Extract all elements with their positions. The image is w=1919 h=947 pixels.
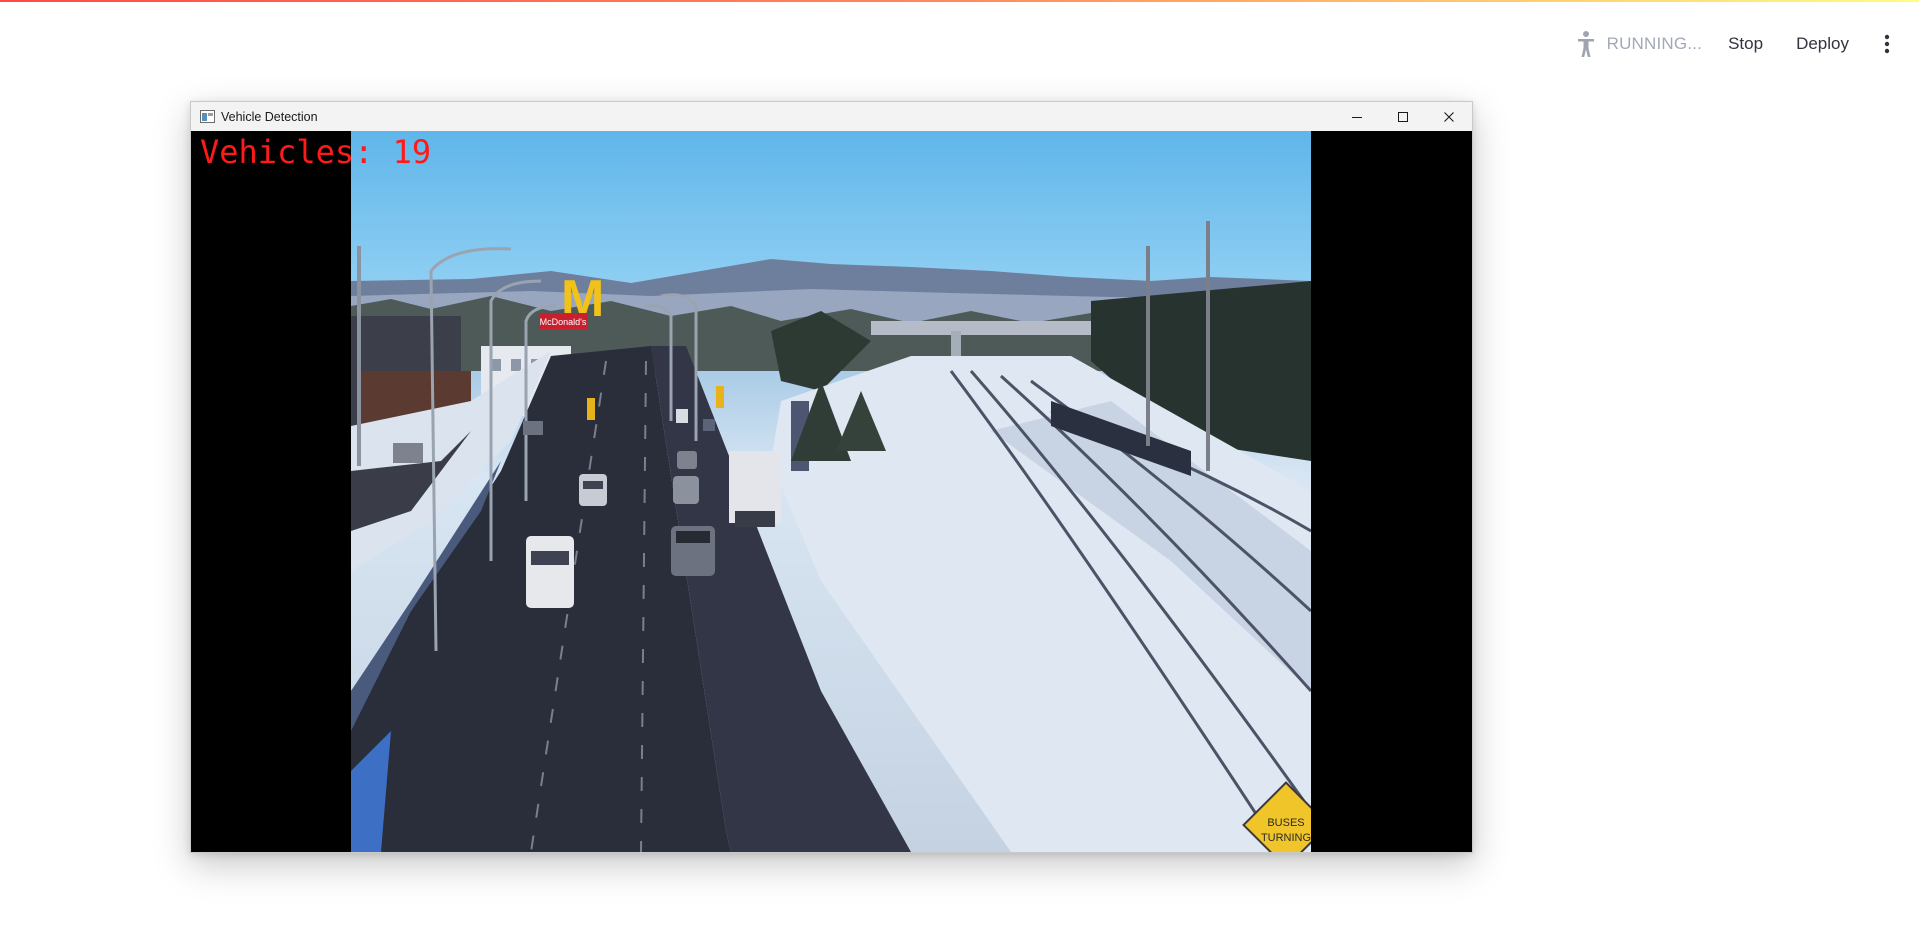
mcdonalds-sign-label: McDonald's bbox=[540, 317, 587, 327]
vehicle-count-label: Vehicles: bbox=[200, 133, 374, 171]
running-man-icon bbox=[1573, 29, 1599, 59]
maximize-icon[interactable] bbox=[1380, 102, 1426, 131]
app-window-icon bbox=[200, 110, 215, 123]
app-header-toolbar: RUNNING... Stop Deploy bbox=[1573, 26, 1919, 62]
stop-button[interactable]: Stop bbox=[1728, 28, 1763, 60]
minimize-icon[interactable] bbox=[1334, 102, 1380, 131]
traffic-camera-frame: M McDonald's BUSES TURNING bbox=[351, 131, 1311, 852]
road-sign-line1: BUSES bbox=[1267, 817, 1304, 829]
kebab-menu-icon[interactable] bbox=[1877, 29, 1897, 59]
vehicle-detection-window[interactable]: Vehicle Detection M McDonald's BUSES TUR… bbox=[190, 101, 1473, 853]
vehicle-count-overlay: Vehicles: 19 bbox=[200, 133, 431, 171]
window-title: Vehicle Detection bbox=[221, 109, 318, 124]
window-titlebar[interactable]: Vehicle Detection bbox=[191, 102, 1472, 131]
running-status: RUNNING... bbox=[1606, 34, 1703, 53]
video-display: M McDonald's BUSES TURNING Vehicles: 19 bbox=[191, 131, 1472, 852]
app-decoration-bar bbox=[0, 0, 1919, 2]
vehicle-count-value: 19 bbox=[392, 133, 432, 171]
deploy-button[interactable]: Deploy bbox=[1796, 28, 1849, 60]
road-sign-line2: TURNING bbox=[1261, 832, 1311, 844]
close-icon[interactable] bbox=[1426, 102, 1472, 131]
